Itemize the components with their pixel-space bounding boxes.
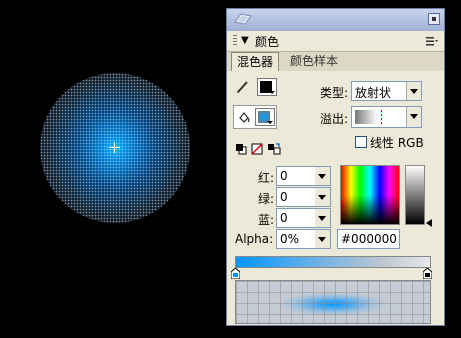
type-value: 放射状 bbox=[355, 86, 392, 100]
panel-titlebar[interactable] bbox=[227, 9, 444, 31]
tab-color-swatches[interactable]: 颜色样本 bbox=[285, 52, 343, 71]
gradient-definition-bar[interactable] bbox=[235, 256, 431, 268]
swap-colors-icon[interactable] bbox=[267, 143, 281, 155]
dropdown-arrow-icon bbox=[269, 91, 275, 94]
type-label: 类型: bbox=[320, 86, 349, 100]
options-menu-icon[interactable] bbox=[426, 36, 438, 46]
green-input[interactable]: 0 bbox=[276, 187, 317, 207]
green-dropdown[interactable] bbox=[315, 187, 331, 207]
alpha-dropdown[interactable] bbox=[315, 229, 331, 249]
alpha-input[interactable]: 0% bbox=[276, 229, 317, 249]
hex-input[interactable]: #000000 bbox=[337, 229, 400, 249]
fill-color-button[interactable] bbox=[255, 108, 275, 126]
crosshair-cursor-icon bbox=[109, 142, 120, 153]
linear-rgb-label: 线性 RGB bbox=[370, 136, 424, 150]
chevron-down-icon bbox=[315, 167, 330, 185]
black-white-icon[interactable] bbox=[235, 143, 247, 155]
red-label: 红: bbox=[258, 171, 275, 185]
chevron-down-icon bbox=[406, 107, 421, 127]
canvas-stage[interactable] bbox=[0, 0, 226, 338]
dropdown-arrow-icon bbox=[267, 121, 273, 124]
panel-logo-icon bbox=[234, 13, 252, 25]
grip-handle-icon[interactable] bbox=[233, 35, 237, 47]
red-input[interactable]: 0 bbox=[276, 166, 317, 186]
type-select[interactable]: 放射状 bbox=[351, 81, 422, 101]
panel-title: 颜色 bbox=[255, 35, 280, 49]
red-dropdown[interactable] bbox=[315, 166, 331, 186]
stroke-color-button[interactable] bbox=[257, 78, 277, 96]
blue-dropdown[interactable] bbox=[315, 208, 331, 228]
gradient-preview bbox=[235, 280, 431, 324]
gradient-start-pointer[interactable] bbox=[231, 268, 240, 279]
tab-color-mixer[interactable]: 混色器 bbox=[231, 52, 280, 71]
overflow-label: 溢出: bbox=[320, 112, 349, 126]
chevron-down-icon bbox=[406, 82, 421, 100]
paint-bucket-icon bbox=[239, 111, 250, 123]
tab-bar: 混色器 颜色样本 bbox=[227, 52, 444, 71]
blue-label: 蓝: bbox=[258, 213, 275, 227]
color-spectrum-picker[interactable] bbox=[340, 165, 400, 225]
overflow-select[interactable] bbox=[351, 106, 422, 128]
pencil-icon bbox=[237, 81, 248, 93]
gradient-end-pointer[interactable] bbox=[423, 268, 432, 279]
panel-header[interactable]: ▼ 颜色 bbox=[227, 31, 444, 52]
green-label: 绿: bbox=[258, 192, 275, 206]
chevron-down-icon bbox=[315, 188, 330, 206]
chevron-down-icon bbox=[315, 230, 330, 248]
no-color-icon[interactable] bbox=[251, 143, 263, 155]
linear-rgb-checkbox[interactable] bbox=[355, 136, 367, 148]
collapse-triangle-icon[interactable]: ▼ bbox=[241, 35, 249, 46]
blue-input[interactable]: 0 bbox=[276, 208, 317, 228]
overflow-marker bbox=[381, 110, 382, 124]
brightness-slider[interactable] bbox=[405, 165, 425, 225]
color-panel: ▼ 颜色 混色器 颜色样本 类型: 放射状 溢出: 线性 RGB 红: 0 绿:… bbox=[226, 8, 445, 326]
alpha-label: Alpha: bbox=[235, 232, 274, 246]
chevron-down-icon bbox=[315, 209, 330, 227]
mixer-content: 类型: 放射状 溢出: 线性 RGB 红: 0 绿: 0 蓝: 0 Alpha:… bbox=[227, 71, 444, 325]
overflow-preview bbox=[355, 110, 377, 124]
brightness-pointer-icon[interactable] bbox=[426, 219, 432, 227]
close-icon[interactable] bbox=[428, 13, 440, 25]
